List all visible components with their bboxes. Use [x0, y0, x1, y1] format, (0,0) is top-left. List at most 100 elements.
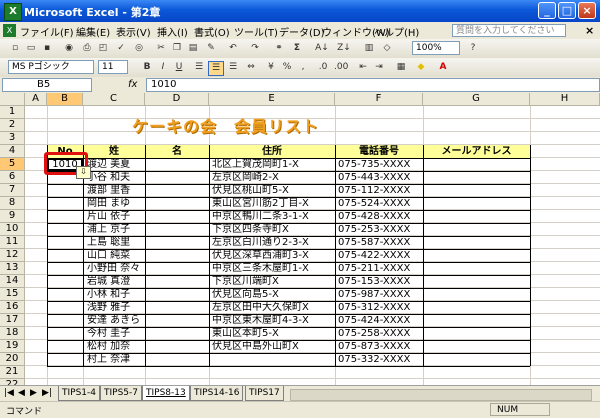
- row-header[interactable]: 19: [0, 340, 25, 353]
- member-phone-cell[interactable]: 075-524-XXXX: [338, 197, 422, 210]
- close-button[interactable]: ×: [578, 2, 596, 19]
- column-header-g[interactable]: G: [423, 93, 530, 106]
- member-name-cell[interactable]: 浅野 雅子: [87, 301, 145, 314]
- member-address-cell[interactable]: [212, 353, 334, 366]
- row-header[interactable]: 11: [0, 236, 25, 249]
- menu-insert[interactable]: 挿入(I): [157, 24, 188, 39]
- row-header[interactable]: 9: [0, 210, 25, 223]
- member-phone-cell[interactable]: 075-735-XXXX: [338, 158, 422, 171]
- member-name-cell[interactable]: 小林 和子: [87, 288, 145, 301]
- member-address-cell[interactable]: 東山区本町5-X: [212, 327, 334, 340]
- member-address-cell[interactable]: 北区上賀茂岡町1-X: [212, 158, 334, 171]
- member-phone-cell[interactable]: 075-873-XXXX: [338, 340, 422, 353]
- member-name-cell[interactable]: 渡辺 美夏: [87, 158, 145, 171]
- row-header[interactable]: 18: [0, 327, 25, 340]
- formula-input[interactable]: 1010: [146, 78, 600, 92]
- row-header[interactable]: 6: [0, 171, 25, 184]
- member-address-cell[interactable]: 左京区田中大久保町X: [212, 301, 334, 314]
- italic-button[interactable]: I: [156, 61, 170, 74]
- row-header[interactable]: 4: [0, 145, 25, 158]
- menu-file[interactable]: ファイル(F): [20, 24, 74, 39]
- maximize-button[interactable]: □: [558, 2, 576, 19]
- member-address-cell[interactable]: 下京区川端町X: [212, 275, 334, 288]
- member-name-cell[interactable]: 上島 聡里: [87, 236, 145, 249]
- sheet-tab-active[interactable]: TIPS8-13: [142, 386, 190, 401]
- member-address-cell[interactable]: 東山区宮川筋2丁目-X: [212, 197, 334, 210]
- row-header[interactable]: 8: [0, 197, 25, 210]
- column-header-d[interactable]: D: [145, 93, 209, 106]
- column-header-f[interactable]: F: [335, 93, 423, 106]
- member-address-cell[interactable]: 中京区東木屋町4-3-X: [212, 314, 334, 327]
- sheet-tab[interactable]: TIPS5-7: [100, 386, 142, 401]
- member-address-cell[interactable]: 中京区鴨川二条3-1-X: [212, 210, 334, 223]
- font-name-select[interactable]: MS Pゴシック: [8, 60, 94, 74]
- member-phone-cell[interactable]: 075-153-XXXX: [338, 275, 422, 288]
- menu-format[interactable]: 書式(O): [194, 24, 230, 39]
- column-header-c[interactable]: C: [83, 93, 145, 106]
- member-address-cell[interactable]: 左京区白川通り2-3-X: [212, 236, 334, 249]
- member-name-cell[interactable]: 村上 奈津: [87, 353, 145, 366]
- member-address-cell[interactable]: 伏見区深草西浦町3-X: [212, 249, 334, 262]
- paste-options-icon[interactable]: ⇩: [76, 166, 91, 179]
- member-name-cell[interactable]: 山口 純菜: [87, 249, 145, 262]
- row-header[interactable]: 3: [0, 132, 25, 145]
- horizontal-scrollbar[interactable]: [290, 389, 592, 401]
- decrease-indent-icon[interactable]: ⇤: [356, 61, 370, 74]
- permission-icon[interactable]: ◉: [62, 42, 76, 55]
- member-address-cell[interactable]: 左京区岡崎2-X: [212, 171, 334, 184]
- member-phone-cell[interactable]: 075-253-XXXX: [338, 223, 422, 236]
- member-address-cell[interactable]: 中京区三条木屋町1-X: [212, 262, 334, 275]
- new-icon[interactable]: ▫: [8, 42, 22, 55]
- research-icon[interactable]: ◎: [132, 42, 146, 55]
- last-sheet-icon[interactable]: ▶|: [42, 388, 52, 398]
- menu-help[interactable]: ヘルプ(H): [374, 24, 419, 39]
- member-name-cell[interactable]: 小野田 奈々: [87, 262, 145, 275]
- undo-icon[interactable]: ↶: [226, 42, 240, 55]
- name-box[interactable]: B5: [2, 78, 92, 92]
- member-phone-cell[interactable]: 075-312-XXXX: [338, 301, 422, 314]
- member-phone-cell[interactable]: 075-211-XXXX: [338, 262, 422, 275]
- align-left-icon[interactable]: ☰: [192, 61, 206, 74]
- percent-button[interactable]: %: [280, 61, 294, 74]
- member-address-cell[interactable]: 伏見区向島5-X: [212, 288, 334, 301]
- save-icon[interactable]: ▪: [40, 42, 54, 55]
- menu-edit[interactable]: 編集(E): [76, 24, 110, 39]
- menu-tools[interactable]: ツール(T): [234, 24, 278, 39]
- comma-button[interactable]: ,: [296, 61, 310, 74]
- member-name-cell[interactable]: 今村 圭子: [87, 327, 145, 340]
- increase-indent-icon[interactable]: ⇥: [372, 61, 386, 74]
- help-icon[interactable]: ?: [466, 42, 480, 55]
- increase-decimal-icon[interactable]: .0: [316, 61, 330, 74]
- menu-data[interactable]: データ(D): [279, 24, 325, 39]
- prev-sheet-icon[interactable]: ◀: [18, 388, 25, 398]
- member-phone-cell[interactable]: 075-443-XXXX: [338, 171, 422, 184]
- member-phone-cell[interactable]: 075-424-XXXX: [338, 314, 422, 327]
- select-all-corner[interactable]: [0, 93, 25, 106]
- member-phone-cell[interactable]: 075-987-XXXX: [338, 288, 422, 301]
- sheet-tab[interactable]: TIPS17: [245, 386, 284, 401]
- minimize-button[interactable]: _: [538, 2, 556, 19]
- column-header-h[interactable]: H: [530, 93, 600, 106]
- member-phone-cell[interactable]: 075-258-XXXX: [338, 327, 422, 340]
- column-header-b[interactable]: B: [47, 93, 83, 106]
- font-size-select[interactable]: 11: [98, 60, 128, 74]
- drawing-icon[interactable]: ◇: [380, 42, 394, 55]
- borders-icon[interactable]: ▦: [394, 61, 408, 74]
- sheet-tab[interactable]: TIPS14-16: [190, 386, 244, 401]
- fill-color-icon[interactable]: ◆: [414, 61, 428, 74]
- sort-ascending-icon[interactable]: A↓: [312, 42, 332, 55]
- member-phone-cell[interactable]: 075-332-XXXX: [338, 353, 422, 366]
- member-name-cell[interactable]: 松村 加奈: [87, 340, 145, 353]
- chart-wizard-icon[interactable]: ▥: [362, 42, 376, 55]
- insert-function-icon[interactable]: fx: [128, 79, 137, 90]
- help-search-input[interactable]: 質問を入力してください: [452, 24, 566, 37]
- member-phone-cell[interactable]: 075-422-XXXX: [338, 249, 422, 262]
- underline-button[interactable]: U: [172, 61, 186, 74]
- row-header[interactable]: 12: [0, 249, 25, 262]
- member-address-cell[interactable]: 下京区四条寺町X: [212, 223, 334, 236]
- workbook-icon[interactable]: X: [3, 24, 16, 37]
- close-workbook-icon[interactable]: ×: [585, 24, 594, 37]
- format-painter-icon[interactable]: ✎: [204, 42, 218, 55]
- member-name-cell[interactable]: 片山 依子: [87, 210, 145, 223]
- copy-icon[interactable]: ❐: [170, 42, 184, 55]
